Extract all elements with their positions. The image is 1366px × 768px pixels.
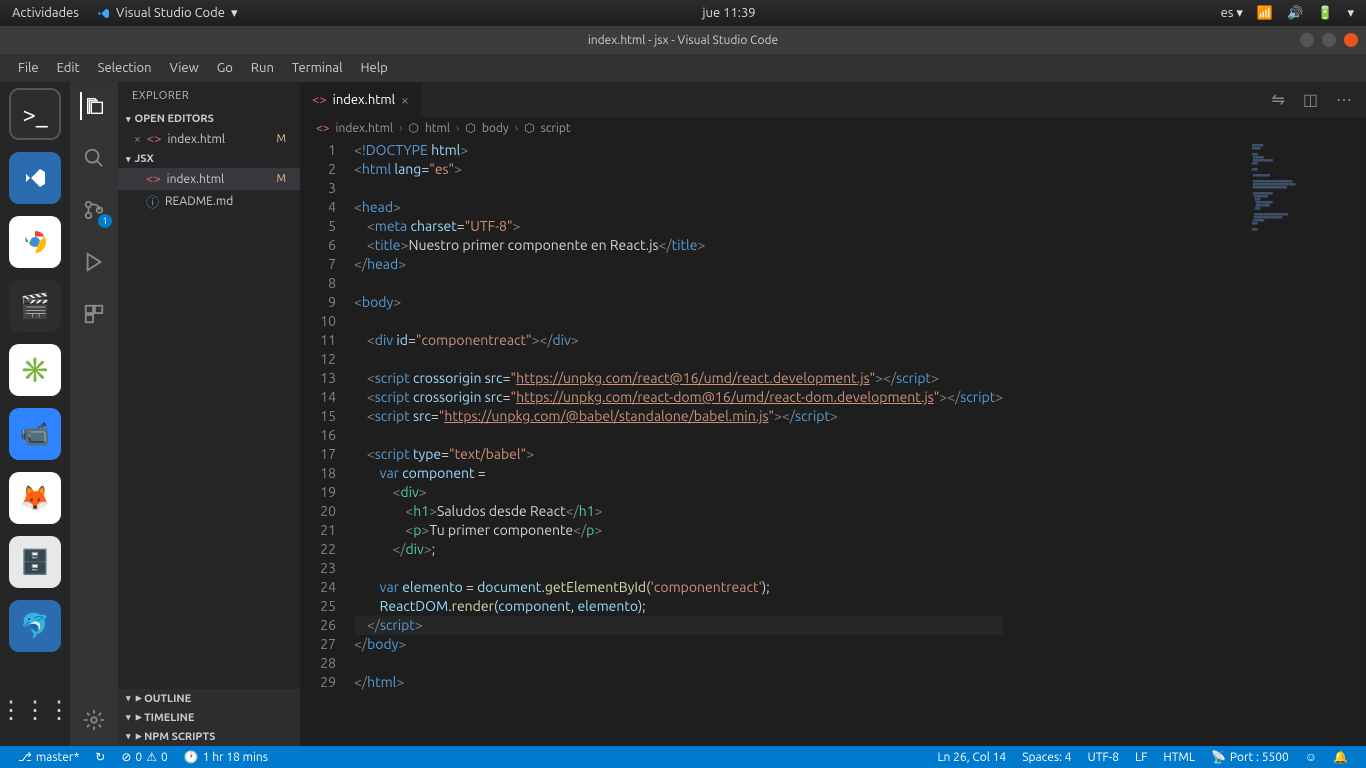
outline-header[interactable]: ▾ OUTLINE: [118, 689, 300, 708]
html-file-icon: <>: [312, 93, 327, 107]
window-titlebar: index.html - jsx - Visual Studio Code: [0, 26, 1366, 54]
modified-indicator: M: [276, 173, 286, 185]
git-sync[interactable]: ↻: [87, 750, 113, 764]
breadcrumb-file[interactable]: index.html: [336, 122, 394, 135]
minimize-button[interactable]: [1300, 33, 1314, 47]
open-editors-header[interactable]: OPEN EDITORS: [118, 110, 300, 128]
menu-terminal[interactable]: Terminal: [284, 59, 351, 77]
volume-icon[interactable]: 🔊: [1287, 6, 1303, 21]
os-clock[interactable]: jue 11:39: [237, 6, 1220, 20]
dock-video-editor[interactable]: 🎬: [9, 280, 61, 332]
settings-icon[interactable]: [80, 706, 108, 734]
html-file-icon: <>: [316, 122, 330, 135]
eol[interactable]: LF: [1127, 750, 1155, 764]
vscode-icon: [97, 7, 110, 20]
close-button[interactable]: [1344, 33, 1358, 47]
code-editor[interactable]: 1234567891011121314151617181920212223242…: [300, 139, 1366, 746]
app-menu[interactable]: Visual Studio Code ▾: [97, 6, 238, 21]
power-icon[interactable]: ▾: [1347, 6, 1354, 21]
dock-slack[interactable]: ✳️: [9, 344, 61, 396]
file-label: index.html: [167, 173, 225, 186]
indentation[interactable]: Spaces: 4: [1014, 750, 1079, 764]
file-label: index.html: [167, 133, 225, 146]
html-file-icon: <>: [146, 172, 161, 186]
dock-terminal[interactable]: >_: [9, 88, 61, 140]
git-branch[interactable]: ⎇ master*: [10, 750, 87, 764]
open-editor-item[interactable]: × <> index.html M: [118, 128, 300, 150]
close-icon[interactable]: ×: [401, 92, 409, 108]
language-mode[interactable]: HTML: [1155, 750, 1203, 764]
compare-icon[interactable]: ⇋: [1271, 90, 1284, 109]
breadcrumb-item[interactable]: body: [482, 122, 509, 135]
menu-edit[interactable]: Edit: [49, 59, 88, 77]
menu-selection[interactable]: Selection: [90, 59, 160, 77]
os-lang[interactable]: es ▾: [1221, 6, 1243, 21]
dock-apps[interactable]: ⋮⋮⋮: [9, 684, 61, 736]
run-debug-icon[interactable]: [80, 248, 108, 276]
live-server-port[interactable]: 📡 Port : 5500: [1203, 750, 1297, 764]
explorer-sidebar: EXPLORER OPEN EDITORS × <> index.html M …: [118, 82, 300, 746]
dock-vscode[interactable]: [9, 152, 61, 204]
battery-icon[interactable]: 🔋: [1317, 6, 1333, 21]
dock-firefox[interactable]: 🦊: [9, 472, 61, 524]
explorer-icon[interactable]: [80, 92, 108, 120]
menu-view[interactable]: View: [162, 59, 207, 77]
activity-bar: 1: [70, 82, 118, 746]
menu-help[interactable]: Help: [352, 59, 395, 77]
breadcrumb-item[interactable]: html: [425, 122, 450, 135]
encoding[interactable]: UTF-8: [1080, 750, 1127, 764]
project-header[interactable]: JSX: [118, 150, 300, 168]
dock-chrome[interactable]: [9, 216, 61, 268]
dock-zoom[interactable]: 📹: [9, 408, 61, 460]
symbol-icon: ⬡: [408, 121, 418, 135]
close-icon[interactable]: ×: [134, 133, 141, 146]
window-title: index.html - jsx - Visual Studio Code: [588, 34, 778, 47]
maximize-button[interactable]: [1322, 33, 1336, 47]
dock-mysql[interactable]: 🐬: [9, 600, 61, 652]
editor-tabs: <> index.html × ⇋ ◫ ⋯: [300, 82, 1366, 117]
minimap[interactable]: ██████████████████ ████████ ████████████…: [1246, 139, 1366, 746]
status-bar: ⎇ master* ↻ ⊘ 0 ⚠ 0 🕐 1 hr 18 mins Ln 26…: [0, 746, 1366, 768]
os-topbar: Actividades Visual Studio Code ▾ jue 11:…: [0, 0, 1366, 26]
errors-warnings[interactable]: ⊘ 0 ⚠ 0: [113, 750, 175, 764]
wifi-icon[interactable]: 📶: [1257, 6, 1273, 21]
breadcrumb[interactable]: <> index.html › ⬡ html › ⬡ body › ⬡ scri…: [300, 117, 1366, 139]
split-editor-icon[interactable]: ◫: [1303, 90, 1318, 109]
search-icon[interactable]: [80, 144, 108, 172]
breadcrumb-item[interactable]: script: [541, 122, 571, 135]
extensions-icon[interactable]: [80, 300, 108, 328]
npm-scripts-header[interactable]: ▾ NPM SCRIPTS: [118, 727, 300, 746]
tree-item-readme[interactable]: ⓘ README.md: [118, 190, 300, 212]
notifications-icon[interactable]: 🔔: [1325, 750, 1356, 764]
line-gutter: 1234567891011121314151617181920212223242…: [300, 139, 354, 746]
editor-area: <> index.html × ⇋ ◫ ⋯ <> index.html › ⬡ …: [300, 82, 1366, 746]
info-icon: ⓘ: [146, 192, 159, 211]
symbol-icon: ⬡: [524, 121, 534, 135]
activities-button[interactable]: Actividades: [12, 6, 79, 21]
source-control-icon[interactable]: 1: [80, 196, 108, 224]
code-lines[interactable]: <!DOCTYPE html><html lang="es"> <head> <…: [354, 139, 1003, 746]
tab-label: index.html: [333, 93, 395, 107]
tree-item-index[interactable]: <> index.html M: [118, 168, 300, 190]
tab-index-html[interactable]: <> index.html ×: [300, 82, 422, 117]
menu-go[interactable]: Go: [209, 59, 241, 77]
file-label: README.md: [165, 195, 233, 208]
modified-indicator: M: [276, 133, 286, 145]
cursor-position[interactable]: Ln 26, Col 14: [929, 750, 1014, 764]
os-dock: >_ 🎬 ✳️ 📹 🦊 🗄️ 🐬 ⋮⋮⋮: [0, 82, 70, 746]
symbol-icon: ⬡: [465, 121, 475, 135]
timeline-header[interactable]: ▾ TIMELINE: [118, 708, 300, 727]
menu-file[interactable]: File: [10, 59, 47, 77]
html-file-icon: <>: [147, 132, 162, 146]
menubar: File Edit Selection View Go Run Terminal…: [0, 54, 1366, 82]
menu-run[interactable]: Run: [243, 59, 282, 77]
wakatime[interactable]: 🕐 1 hr 18 mins: [176, 750, 276, 764]
dock-files[interactable]: 🗄️: [9, 536, 61, 588]
more-icon[interactable]: ⋯: [1336, 90, 1352, 109]
sidebar-title: EXPLORER: [118, 82, 300, 110]
feedback-icon[interactable]: ☺: [1297, 750, 1325, 764]
